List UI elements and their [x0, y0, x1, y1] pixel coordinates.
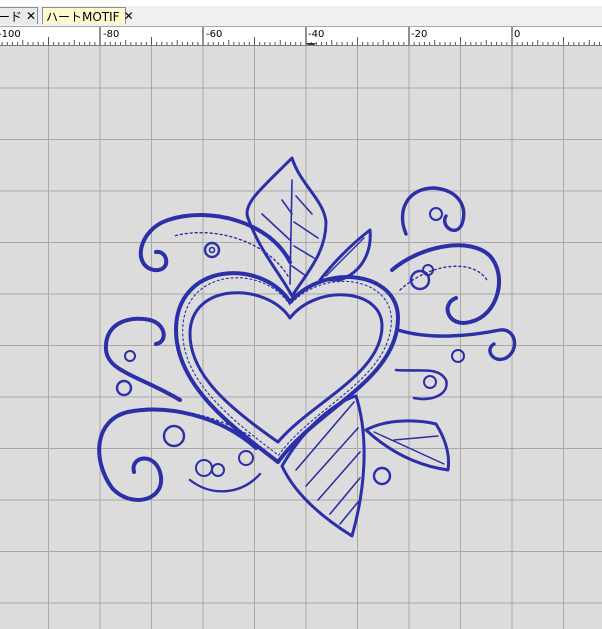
ruler-tick-label: -80	[103, 29, 119, 40]
ruler-tick-label: -40	[308, 29, 324, 40]
heart-inner-outline	[188, 291, 384, 444]
right-swirl-bottom	[396, 328, 517, 362]
ruler-tick-label: -20	[411, 29, 427, 40]
tab-heart-motif[interactable]: ハートMOTIF ✕	[42, 7, 134, 24]
document-tab-bar: ード ✕ ハートMOTIF ✕	[0, 6, 602, 27]
small-leaf-right	[364, 419, 450, 472]
heart-motif-icon[interactable]	[97, 156, 517, 538]
close-icon[interactable]: ✕	[124, 10, 134, 22]
close-icon[interactable]: ✕	[26, 10, 36, 22]
embroidery-design-svg	[0, 46, 602, 629]
ruler-scale: -100 -80 -60 -40 -20 0	[0, 27, 601, 45]
horizontal-ruler[interactable]: -100 -80 -60 -40 -20 0	[0, 27, 602, 46]
top-leaf	[245, 156, 328, 298]
ruler-tick-label: 0	[514, 29, 520, 40]
ruler-tick-label: -100	[0, 29, 21, 40]
right-swirl-upper	[400, 186, 466, 236]
tab-label: ハートMOTIF	[46, 9, 120, 24]
design-canvas[interactable]	[0, 46, 602, 629]
ruler-position-marker-icon	[306, 43, 316, 45]
small-leaf-top	[318, 228, 372, 282]
ruler-tick-label: -60	[206, 29, 222, 40]
tab-document-1[interactable]: ード ✕	[0, 7, 38, 24]
tab-label: ード	[0, 9, 23, 24]
